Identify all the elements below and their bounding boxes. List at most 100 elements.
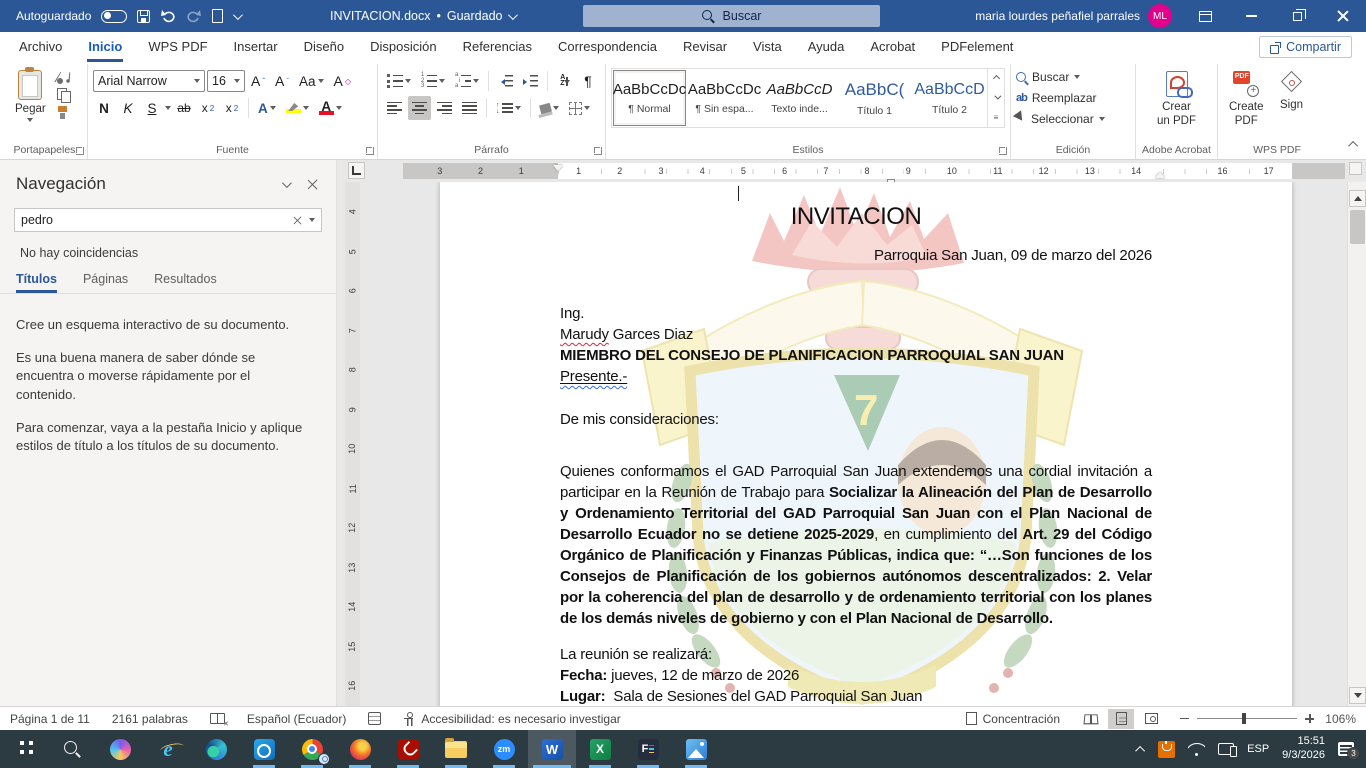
word-count[interactable]: 2161 palabras <box>112 712 188 726</box>
navigation-close-icon[interactable] <box>307 179 318 190</box>
save-icon[interactable] <box>137 10 150 23</box>
styles-scroll-up-button[interactable] <box>988 69 1004 88</box>
style-sin-espaciado[interactable]: AaBbCcDc¶ Sin espa... <box>688 70 761 126</box>
proofing-errors-icon[interactable] <box>210 713 225 724</box>
tab-pdfelement[interactable]: PDFelement <box>928 32 1026 62</box>
change-case-button[interactable]: Aa <box>295 69 328 93</box>
tab-wps-pdf[interactable]: WPS PDF <box>135 32 220 62</box>
zoom-slider-thumb[interactable] <box>1242 713 1246 724</box>
paste-button[interactable]: Pegar <box>7 66 54 124</box>
nav-tab-paginas[interactable]: Páginas <box>83 272 128 293</box>
autocorrect-icon[interactable] <box>368 712 381 725</box>
document-page[interactable]: 7 <box>440 182 1292 706</box>
chrome-button[interactable] <box>288 730 336 768</box>
quick-access-chevron-icon[interactable] <box>233 10 243 20</box>
minimize-button[interactable] <box>1228 0 1274 32</box>
notification-center-button[interactable]: 3 <box>1338 742 1354 756</box>
first-line-indent-marker[interactable] <box>553 165 563 171</box>
page-indicator[interactable]: Página 1 de 11 <box>10 712 90 726</box>
strikethrough-button[interactable]: ab <box>173 96 195 120</box>
subscript-button[interactable]: x2 <box>197 96 219 120</box>
style-titulo-2[interactable]: AaBbCcDTítulo 2 <box>913 70 986 126</box>
accessibility-status[interactable]: Accesibilidad: es necesario investigar <box>403 712 620 726</box>
avatar[interactable]: ML <box>1148 4 1172 28</box>
print-layout-button[interactable] <box>1108 709 1134 729</box>
file-explorer-button[interactable] <box>432 730 480 768</box>
autosave-toggle[interactable] <box>101 10 127 23</box>
excel-button[interactable]: X <box>576 730 624 768</box>
language-switcher[interactable]: ESP <box>1247 743 1269 755</box>
navigation-search-box[interactable] <box>14 208 322 232</box>
maximize-button[interactable] <box>1274 0 1320 32</box>
ruler-toggle-button[interactable] <box>1349 162 1362 175</box>
web-layout-button[interactable] <box>1138 709 1164 729</box>
titlebar-search[interactable]: Buscar <box>583 5 880 27</box>
highlight-button[interactable] <box>282 96 313 120</box>
line-spacing-button[interactable]: ↑↓ <box>492 96 525 120</box>
underline-button[interactable]: S <box>141 96 163 120</box>
align-left-button[interactable] <box>383 96 406 120</box>
tab-disposicion[interactable]: Disposición <box>357 32 449 62</box>
select-button[interactable]: Seleccionar <box>1016 109 1130 129</box>
vertical-scrollbar[interactable] <box>1347 182 1366 706</box>
decrease-indent-button[interactable] <box>494 69 517 93</box>
tab-referencias[interactable]: Referencias <box>450 32 545 62</box>
tab-revisar[interactable]: Revisar <box>670 32 740 62</box>
style-normal[interactable]: AaBbCcDc¶ Normal <box>613 70 686 126</box>
format-painter-icon[interactable] <box>56 106 71 120</box>
navigation-search-input[interactable] <box>21 213 286 227</box>
copy-icon[interactable] <box>56 88 71 102</box>
create-pdf-acrobat-button[interactable]: Crearun PDF <box>1141 66 1212 129</box>
document-title-area[interactable]: INVITACION.docx • Guardado <box>330 0 515 32</box>
italic-button[interactable]: K <box>117 96 139 120</box>
java-tray-icon[interactable] <box>1158 741 1175 758</box>
styles-dialog-launcher-icon[interactable] <box>999 147 1007 155</box>
collapse-ribbon-button[interactable] <box>1351 135 1358 153</box>
style-titulo-1[interactable]: AaBbC(Título 1 <box>838 70 911 126</box>
share-button[interactable]: Compartir <box>1259 36 1352 58</box>
clear-search-icon[interactable] <box>293 216 302 225</box>
firefox-button[interactable] <box>336 730 384 768</box>
zoom-app-button[interactable]: zm <box>480 730 528 768</box>
align-center-button[interactable] <box>408 96 431 120</box>
grow-font-button[interactable]: Aˆ <box>247 69 269 93</box>
scrollbar-thumb[interactable] <box>1350 210 1365 244</box>
wifi-icon[interactable] <box>1188 743 1205 756</box>
font-size-select[interactable]: 16 <box>207 70 245 92</box>
zoom-in-button[interactable] <box>1305 714 1314 723</box>
style-texto-independiente[interactable]: AaBbCcDTexto inde... <box>763 70 836 126</box>
tray-expand-icon[interactable] <box>1135 745 1145 755</box>
touch-mode-icon[interactable] <box>212 9 223 23</box>
language-indicator[interactable]: Español (Ecuador) <box>247 712 346 726</box>
shrink-font-button[interactable]: Aˇ <box>271 69 293 93</box>
tab-stop-selector[interactable] <box>348 162 365 179</box>
search-options-icon[interactable] <box>309 218 315 222</box>
copilot-button[interactable] <box>96 730 144 768</box>
horizontal-ruler[interactable]: 321 12345678910111213141617 <box>403 163 1345 179</box>
redo-icon[interactable] <box>186 8 202 24</box>
word-button[interactable]: W <box>528 730 576 768</box>
ribbon-display-options-button[interactable] <box>1182 0 1228 32</box>
photos-button[interactable] <box>672 730 720 768</box>
user-name[interactable]: maria lourdes peñafiel parrales <box>975 9 1140 23</box>
focus-mode-button[interactable]: Concentración <box>966 712 1060 726</box>
underline-dropdown-icon[interactable] <box>165 106 171 110</box>
close-button[interactable] <box>1320 0 1366 32</box>
scroll-up-button[interactable] <box>1349 190 1366 207</box>
tab-acrobat[interactable]: Acrobat <box>857 32 928 62</box>
document-text[interactable]: INVITACION Parroquia San Juan, 09 de mar… <box>560 182 1152 706</box>
font-dialog-launcher-icon[interactable] <box>366 147 374 155</box>
text-effects-button[interactable]: A <box>254 96 280 120</box>
clipboard-dialog-launcher-icon[interactable] <box>76 147 84 155</box>
tab-archivo[interactable]: Archivo <box>6 32 75 62</box>
shading-button[interactable] <box>536 96 563 120</box>
pdfelement-button[interactable]: F <box>624 730 672 768</box>
zoom-percentage[interactable]: 106% <box>1322 712 1356 726</box>
zoom-slider[interactable] <box>1197 718 1297 720</box>
superscript-button[interactable]: x2 <box>221 96 243 120</box>
find-button[interactable]: Buscar <box>1016 67 1130 87</box>
vertical-ruler[interactable]: 45678910111213141516 <box>345 182 360 706</box>
tab-vista[interactable]: Vista <box>740 32 795 62</box>
zoom-out-button[interactable] <box>1180 718 1189 720</box>
increase-indent-button[interactable] <box>519 69 542 93</box>
